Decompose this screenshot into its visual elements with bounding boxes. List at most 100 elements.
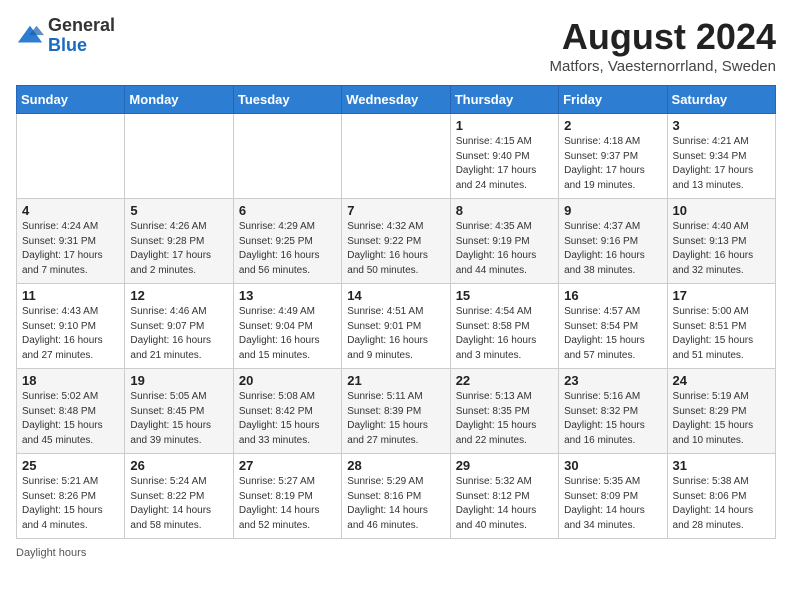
calendar-cell: 29 Sunrise: 5:32 AMSunset: 8:12 PMDayligh… xyxy=(450,454,558,539)
day-detail: Sunrise: 5:24 AMSunset: 8:22 PMDaylight:… xyxy=(130,475,227,533)
logo-general: General xyxy=(48,16,115,36)
month-title: August 2024 xyxy=(549,16,776,58)
day-number: 2 xyxy=(564,118,661,133)
day-number: 3 xyxy=(673,118,770,133)
day-number: 13 xyxy=(239,288,336,303)
calendar-cell: 30 Sunrise: 5:35 AMSunset: 8:09 PMDayligh… xyxy=(559,454,667,539)
day-detail: Sunrise: 5:16 AMSunset: 8:32 PMDaylight:… xyxy=(564,390,661,448)
calendar-cell: 4 Sunrise: 4:24 AMSunset: 9:31 PMDaylight… xyxy=(17,199,125,284)
calendar-cell: 14Sunrise: 4:51 AMSunset: 9:01 PMDayligh… xyxy=(342,284,450,369)
calendar-cell xyxy=(342,114,450,199)
day-detail: Sunrise: 4:21 AMSunset: 9:34 PMDaylight:… xyxy=(673,135,770,193)
day-number: 31 xyxy=(673,458,770,473)
day-number: 24 xyxy=(673,373,770,388)
calendar-cell xyxy=(125,114,233,199)
calendar-cell: 20Sunrise: 5:08 AMSunset: 8:42 PMDayligh… xyxy=(233,369,341,454)
day-detail: Sunrise: 4:40 AMSunset: 9:13 PMDaylight:… xyxy=(673,220,770,278)
calendar-cell: 17 Sunrise: 5:00 AMSunset: 8:51 PMDayligh… xyxy=(667,284,775,369)
calendar-cell: 16 Sunrise: 4:57 AMSunset: 8:54 PMDayligh… xyxy=(559,284,667,369)
day-number: 10 xyxy=(673,203,770,218)
day-detail: Sunrise: 4:54 AMSunset: 8:58 PMDaylight:… xyxy=(456,305,553,363)
calendar-cell: 19 Sunrise: 5:05 AMSunset: 8:45 PMDayligh… xyxy=(125,369,233,454)
day-detail: Sunrise: 5:29 AMSunset: 8:16 PMDaylight:… xyxy=(347,475,444,533)
calendar-cell: 28Sunrise: 5:29 AMSunset: 8:16 PMDayligh… xyxy=(342,454,450,539)
day-number: 17 xyxy=(673,288,770,303)
calendar-cell xyxy=(17,114,125,199)
calendar-cell: 24 Sunrise: 5:19 AMSunset: 8:29 PMDayligh… xyxy=(667,369,775,454)
day-detail: Sunrise: 5:11 AMSunset: 8:39 PMDaylight:… xyxy=(347,390,444,448)
calendar-cell: 25Sunrise: 5:21 AMSunset: 8:26 PMDayligh… xyxy=(17,454,125,539)
day-number: 9 xyxy=(564,203,661,218)
day-number: 30 xyxy=(564,458,661,473)
day-detail: Sunrise: 4:24 AMSunset: 9:31 PMDaylight:… xyxy=(22,220,119,278)
day-detail: Sunrise: 4:35 AMSunset: 9:19 PMDaylight:… xyxy=(456,220,553,278)
calendar-cell: 13 Sunrise: 4:49 AMSunset: 9:04 PMDayligh… xyxy=(233,284,341,369)
calendar-cell: 21 Sunrise: 5:11 AMSunset: 8:39 PMDayligh… xyxy=(342,369,450,454)
day-number: 19 xyxy=(130,373,227,388)
calendar-cell: 2 Sunrise: 4:18 AMSunset: 9:37 PMDaylight… xyxy=(559,114,667,199)
day-number: 1 xyxy=(456,118,553,133)
calendar-cell: 1Sunrise: 4:15 AMSunset: 9:40 PMDaylight… xyxy=(450,114,558,199)
logo-icon xyxy=(16,22,44,50)
location: Matfors, Vaesternorrland, Sweden xyxy=(549,58,776,75)
day-number: 7 xyxy=(347,203,444,218)
day-detail: Sunrise: 4:18 AMSunset: 9:37 PMDaylight:… xyxy=(564,135,661,193)
day-detail: Sunrise: 5:27 AMSunset: 8:19 PMDaylight:… xyxy=(239,475,336,533)
day-detail: Sunrise: 5:32 AMSunset: 8:12 PMDaylight:… xyxy=(456,475,553,533)
day-detail: Sunrise: 4:37 AMSunset: 9:16 PMDaylight:… xyxy=(564,220,661,278)
calendar-cell: 6Sunrise: 4:29 AMSunset: 9:25 PMDaylight… xyxy=(233,199,341,284)
day-detail: Sunrise: 4:46 AMSunset: 9:07 PMDaylight:… xyxy=(130,305,227,363)
footer: Daylight hours xyxy=(16,547,776,559)
day-detail: Sunrise: 5:13 AMSunset: 8:35 PMDaylight:… xyxy=(456,390,553,448)
calendar-cell: 27 Sunrise: 5:27 AMSunset: 8:19 PMDayligh… xyxy=(233,454,341,539)
dow-header: Tuesday xyxy=(233,86,341,114)
calendar-cell: 26 Sunrise: 5:24 AMSunset: 8:22 PMDayligh… xyxy=(125,454,233,539)
calendar-cell: 7 Sunrise: 4:32 AMSunset: 9:22 PMDaylight… xyxy=(342,199,450,284)
day-detail: Sunrise: 5:05 AMSunset: 8:45 PMDaylight:… xyxy=(130,390,227,448)
calendar-cell: 22 Sunrise: 5:13 AMSunset: 8:35 PMDayligh… xyxy=(450,369,558,454)
calendar-cell: 12 Sunrise: 4:46 AMSunset: 9:07 PMDayligh… xyxy=(125,284,233,369)
dow-header: Monday xyxy=(125,86,233,114)
day-detail: Sunrise: 4:51 AMSunset: 9:01 PMDaylight:… xyxy=(347,305,444,363)
day-number: 8 xyxy=(456,203,553,218)
calendar-cell xyxy=(233,114,341,199)
day-number: 29 xyxy=(456,458,553,473)
logo-blue: Blue xyxy=(48,36,115,56)
dow-header: Sunday xyxy=(17,86,125,114)
day-detail: Sunrise: 4:57 AMSunset: 8:54 PMDaylight:… xyxy=(564,305,661,363)
day-number: 16 xyxy=(564,288,661,303)
day-number: 4 xyxy=(22,203,119,218)
day-detail: Sunrise: 5:02 AMSunset: 8:48 PMDaylight:… xyxy=(22,390,119,448)
day-number: 25 xyxy=(22,458,119,473)
day-number: 12 xyxy=(130,288,227,303)
daylight-label: Daylight hours xyxy=(16,547,86,559)
calendar-cell: 9 Sunrise: 4:37 AMSunset: 9:16 PMDaylight… xyxy=(559,199,667,284)
day-number: 15 xyxy=(456,288,553,303)
day-number: 27 xyxy=(239,458,336,473)
page-header: General Blue August 2024 Matfors, Vaeste… xyxy=(16,16,776,75)
day-number: 18 xyxy=(22,373,119,388)
day-number: 21 xyxy=(347,373,444,388)
day-detail: Sunrise: 4:49 AMSunset: 9:04 PMDaylight:… xyxy=(239,305,336,363)
calendar-cell: 11Sunrise: 4:43 AMSunset: 9:10 PMDayligh… xyxy=(17,284,125,369)
calendar-cell: 8 Sunrise: 4:35 AMSunset: 9:19 PMDaylight… xyxy=(450,199,558,284)
calendar-cell: 5 Sunrise: 4:26 AMSunset: 9:28 PMDaylight… xyxy=(125,199,233,284)
day-number: 20 xyxy=(239,373,336,388)
calendar-cell: 3 Sunrise: 4:21 AMSunset: 9:34 PMDaylight… xyxy=(667,114,775,199)
calendar-cell: 10 Sunrise: 4:40 AMSunset: 9:13 PMDayligh… xyxy=(667,199,775,284)
day-number: 5 xyxy=(130,203,227,218)
day-detail: Sunrise: 5:00 AMSunset: 8:51 PMDaylight:… xyxy=(673,305,770,363)
day-number: 6 xyxy=(239,203,336,218)
day-detail: Sunrise: 4:32 AMSunset: 9:22 PMDaylight:… xyxy=(347,220,444,278)
dow-header: Saturday xyxy=(667,86,775,114)
title-area: August 2024 Matfors, Vaesternorrland, Sw… xyxy=(549,16,776,75)
calendar-table: SundayMondayTuesdayWednesdayThursdayFrid… xyxy=(16,85,776,539)
day-detail: Sunrise: 5:19 AMSunset: 8:29 PMDaylight:… xyxy=(673,390,770,448)
day-number: 22 xyxy=(456,373,553,388)
dow-header: Thursday xyxy=(450,86,558,114)
day-detail: Sunrise: 4:26 AMSunset: 9:28 PMDaylight:… xyxy=(130,220,227,278)
day-number: 26 xyxy=(130,458,227,473)
calendar-cell: 23Sunrise: 5:16 AMSunset: 8:32 PMDayligh… xyxy=(559,369,667,454)
day-detail: Sunrise: 5:35 AMSunset: 8:09 PMDaylight:… xyxy=(564,475,661,533)
day-detail: Sunrise: 4:43 AMSunset: 9:10 PMDaylight:… xyxy=(22,305,119,363)
